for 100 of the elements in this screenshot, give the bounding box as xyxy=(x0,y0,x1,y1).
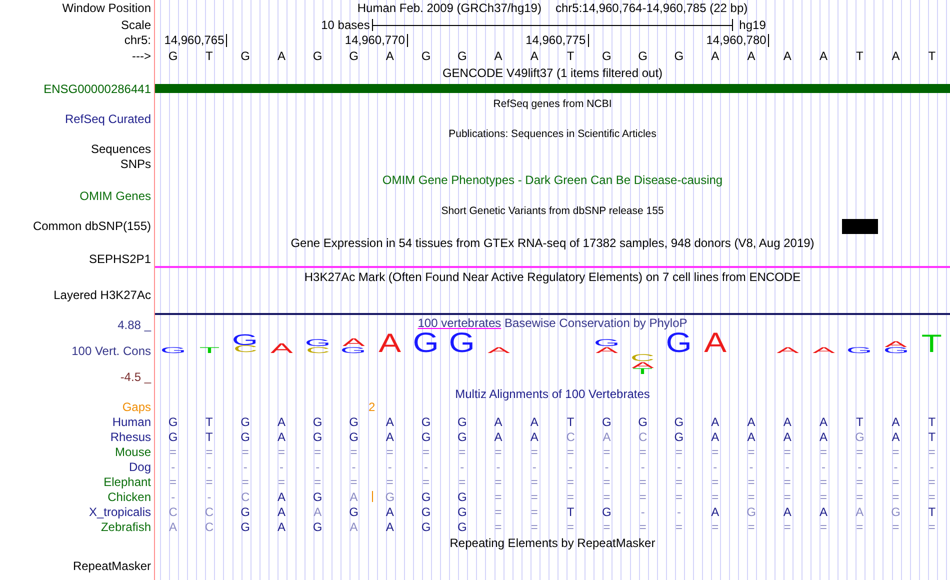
reference-base: G xyxy=(168,49,178,63)
aligned-base: A xyxy=(277,430,286,444)
aligned-base: G xyxy=(602,504,612,518)
aligned-base: = xyxy=(603,474,610,488)
aligned-base: - xyxy=(424,460,428,474)
aligned-base: - xyxy=(785,460,790,474)
track-label[interactable]: RepeatMasker xyxy=(72,558,151,572)
track-label[interactable]: Common dbSNP(155) xyxy=(32,219,151,233)
logo-letter: A xyxy=(596,347,618,353)
aligned-base: G xyxy=(168,414,178,428)
track-label[interactable]: OMIM Genes xyxy=(80,188,151,202)
aligned-base: = xyxy=(567,520,574,534)
logo-letter: G xyxy=(304,340,331,347)
aligned-base: A xyxy=(711,430,720,444)
logo-letter: A xyxy=(378,334,402,353)
track-label[interactable]: SNPs xyxy=(120,156,151,170)
reference-base: A xyxy=(711,49,720,63)
aligned-base: T xyxy=(206,414,213,428)
position-tick-label: 14,960,775 xyxy=(526,33,586,47)
ruler-label: Window Position xyxy=(62,1,151,15)
aligned-base: T xyxy=(928,414,936,428)
logo-letter: G xyxy=(340,347,367,353)
aligned-base: = xyxy=(712,490,719,504)
track-label[interactable]: Layered H3K27Ac xyxy=(54,288,151,302)
logo-letter: A xyxy=(342,339,365,347)
track-label[interactable]: SEPHS2P1 xyxy=(88,252,151,266)
aligned-base: A xyxy=(277,414,286,428)
reference-base: G xyxy=(602,49,612,63)
logo-letter: T xyxy=(922,335,942,353)
track-link[interactable]: 100 vertebrates xyxy=(418,316,502,330)
aligned-base: - xyxy=(640,460,645,474)
aligned-base: = xyxy=(928,444,936,458)
aligned-base: T xyxy=(566,414,574,428)
aligned-base: G xyxy=(674,430,684,444)
aligned-base: = xyxy=(712,520,719,534)
aligned-base: = xyxy=(639,474,646,488)
aligned-base: - xyxy=(676,460,681,474)
species-label[interactable]: Human xyxy=(112,414,151,428)
track-label[interactable]: ENSG00000286441 xyxy=(44,82,151,96)
species-label[interactable]: Chicken xyxy=(108,490,151,504)
aligned-base: A xyxy=(386,504,394,518)
track-label[interactable]: 100 Vert. Cons xyxy=(72,344,151,358)
reference-base: G xyxy=(421,49,431,63)
aligned-base: G xyxy=(168,430,178,444)
aligned-base: = xyxy=(712,444,719,458)
aligned-base: = xyxy=(748,520,755,534)
aligned-base: - xyxy=(460,460,464,474)
track-label[interactable]: RefSeq Curated xyxy=(64,112,151,126)
reference-base: T xyxy=(206,49,213,63)
track-label[interactable]: Sequences xyxy=(90,142,151,156)
aligned-base: G xyxy=(457,490,467,504)
logo-letter: A xyxy=(487,347,510,353)
aligned-base: = xyxy=(928,474,936,488)
aligned-base: G xyxy=(385,490,395,504)
species-label[interactable]: Rhesus xyxy=(110,430,151,444)
reference-base: A xyxy=(386,49,394,63)
logo-letter: C xyxy=(305,347,330,353)
aligned-base: = xyxy=(567,490,574,504)
track-title: OMIM Gene Phenotypes - Dark Green Can Be Disease-causing xyxy=(382,172,723,186)
aligned-base: = xyxy=(314,444,322,458)
reference-base: T xyxy=(856,49,864,63)
assembly-name: Human Feb. 2009 (GRCh37/hg19) xyxy=(357,1,542,15)
assembly-label: hg19 xyxy=(739,18,766,32)
aligned-base: = xyxy=(350,474,358,488)
aligned-base: = xyxy=(170,474,177,488)
aligned-base: A xyxy=(530,430,538,444)
aligned-base: - xyxy=(930,460,934,474)
aligned-base: A xyxy=(530,414,538,428)
aligned-base: = xyxy=(928,490,936,504)
reference-base: A xyxy=(494,49,502,63)
aligned-base: = xyxy=(603,520,610,534)
aligned-base: - xyxy=(894,460,898,474)
species-label[interactable]: Elephant xyxy=(104,474,151,488)
aligned-base: - xyxy=(279,460,284,474)
logo-letter: G xyxy=(160,347,186,353)
species-label[interactable]: Zebrafish xyxy=(100,520,151,534)
reference-base: A xyxy=(892,49,900,63)
aligned-base: = xyxy=(820,474,828,488)
aligned-base: = xyxy=(603,490,610,504)
scale-text: 10 bases xyxy=(321,18,370,32)
species-label[interactable]: Dog xyxy=(128,460,151,474)
logo-letter: G xyxy=(232,335,258,346)
aligned-base: - xyxy=(640,504,645,518)
aligned-base: = xyxy=(350,444,358,458)
reference-base: A xyxy=(277,49,286,63)
species-label[interactable]: X_tropicalis xyxy=(88,504,151,518)
logo-letter: A xyxy=(704,333,726,353)
aligned-base: T xyxy=(856,414,864,428)
aligned-base: G xyxy=(240,504,250,518)
reference-base: G xyxy=(349,49,358,63)
variant-block[interactable] xyxy=(842,218,878,234)
reference-base: A xyxy=(783,49,792,63)
aligned-base: G xyxy=(421,520,431,534)
aligned-base: = xyxy=(494,504,502,518)
logo-letter: C xyxy=(630,355,655,362)
aligned-base: C xyxy=(566,430,575,444)
aligned-base: - xyxy=(388,460,392,474)
aligned-base: = xyxy=(422,444,430,458)
species-label[interactable]: Mouse xyxy=(114,444,151,458)
aligned-base: A xyxy=(892,414,900,428)
